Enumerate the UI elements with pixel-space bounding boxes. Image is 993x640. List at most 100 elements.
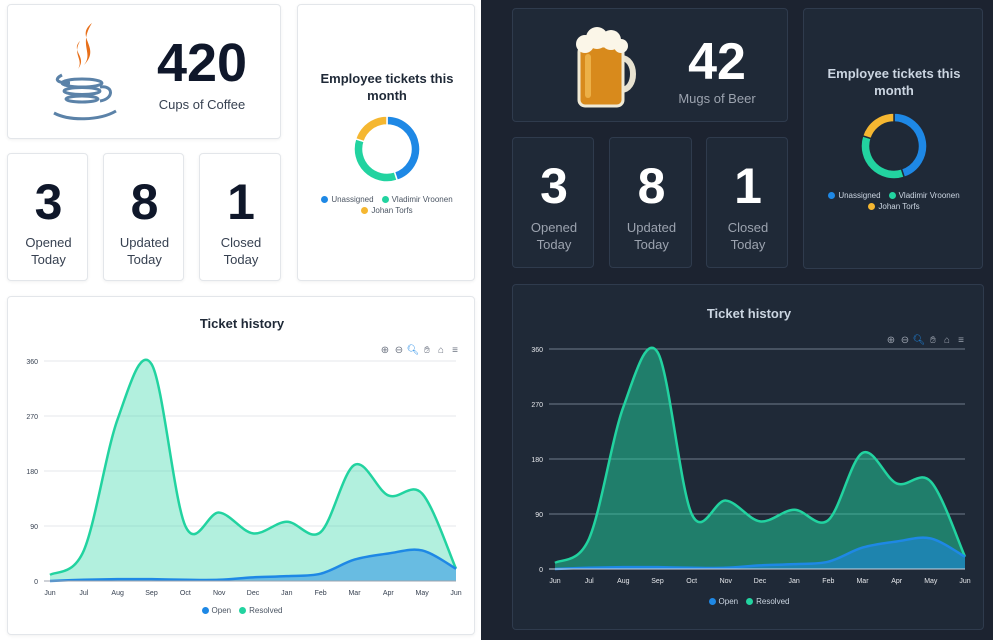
beer-stat-card: 42 Mugs of Beer bbox=[512, 8, 788, 122]
x-tick-label: Jan bbox=[789, 578, 800, 585]
x-tick-label: Sep bbox=[145, 590, 158, 597]
x-tick-label: Jul bbox=[585, 578, 594, 585]
x-tick-label: Aug bbox=[111, 590, 124, 597]
legend-marker bbox=[239, 607, 247, 614]
ticket-history-title: Ticket history bbox=[706, 306, 792, 321]
closed-label-line2: Today bbox=[730, 237, 766, 252]
donut-legend: Unassigned Vladimir Vroonen Johan Torfs bbox=[808, 191, 980, 211]
x-tick-label: Mar bbox=[348, 590, 361, 597]
y-tick-label: 0 bbox=[539, 567, 543, 574]
x-tick-label: Feb bbox=[822, 578, 834, 585]
x-tick-label: Nov bbox=[213, 590, 226, 597]
donut-slice-johan-torfs[interactable] bbox=[861, 112, 895, 140]
opened-count: 3 bbox=[540, 158, 568, 214]
legend-label: Vladimir Vroonen bbox=[391, 195, 453, 204]
x-tick-label: Oct bbox=[180, 590, 191, 597]
donut-slice-unassigned[interactable] bbox=[893, 112, 928, 179]
closed-count: 1 bbox=[734, 158, 762, 214]
y-tick-label: 270 bbox=[26, 414, 38, 421]
x-tick-label: Jun bbox=[959, 578, 970, 585]
closed-label-line1: Closed bbox=[727, 220, 769, 235]
x-tick-label: Nov bbox=[720, 578, 733, 585]
history-legend: Open Resolved bbox=[513, 597, 985, 606]
legend-marker bbox=[868, 203, 876, 210]
area-fill-resolved bbox=[50, 359, 456, 581]
legend-johan[interactable]: Johan Torfs bbox=[868, 202, 920, 211]
legend-marker bbox=[201, 607, 209, 614]
beer-label: Mugs of Beer bbox=[678, 91, 756, 106]
x-tick-label: Dec bbox=[247, 590, 260, 597]
updated-today-card: 8 Updated Today bbox=[609, 137, 692, 268]
x-tick-label: Apr bbox=[891, 578, 903, 585]
legend-unassigned[interactable]: Unassigned bbox=[321, 195, 374, 204]
x-tick-label: Dec bbox=[754, 578, 767, 585]
donut-slice-vladimir-vroonen[interactable] bbox=[353, 137, 399, 183]
ticket-history-chart: 0 90 180 270 360 Jun Jul Aug Sep Oct Nov Dec Jan Feb M… bbox=[26, 358, 462, 597]
opened-label-line1: Opened bbox=[530, 220, 578, 235]
legend-label: Open bbox=[718, 597, 739, 606]
opened-count: 3 bbox=[34, 174, 63, 230]
employee-tickets-donut[interactable] bbox=[859, 111, 929, 181]
legend-open[interactable]: Open bbox=[201, 606, 232, 615]
legend-resolved[interactable]: Resolved bbox=[239, 606, 282, 615]
donut-title-line1: Employee tickets this bbox=[827, 66, 961, 81]
y-tick-label: 90 bbox=[535, 512, 543, 519]
donut-slice-unassigned[interactable] bbox=[386, 115, 421, 182]
closed-label-line1: Closed bbox=[220, 235, 262, 250]
history-legend: Open Resolved bbox=[8, 606, 476, 615]
x-tick-label: Oct bbox=[686, 578, 697, 585]
ticket-history-chart: 0 90 180 270 360 Jun Jul Aug Sep Oct Nov Dec Jan Feb M… bbox=[531, 346, 971, 585]
ticket-history-title: Ticket history bbox=[199, 316, 285, 331]
opened-label-line1: Opened bbox=[25, 235, 72, 250]
legend-vladimir[interactable]: Vladimir Vroonen bbox=[888, 191, 960, 200]
closed-label-line2: Today bbox=[223, 252, 259, 267]
opened-label-line2: Today bbox=[31, 252, 66, 267]
y-tick-label: 90 bbox=[30, 524, 38, 531]
x-tick-label: Feb bbox=[315, 590, 327, 597]
x-tick-label: Jun bbox=[549, 578, 560, 585]
updated-label-line2: Today bbox=[127, 252, 162, 267]
closed-count: 1 bbox=[227, 174, 255, 230]
y-tick-label: 0 bbox=[34, 579, 38, 586]
donut-slice-vladimir-vroonen[interactable] bbox=[860, 134, 906, 180]
donut-title-line1: Employee tickets this bbox=[320, 71, 454, 86]
legend-marker bbox=[828, 192, 836, 199]
legend-unassigned[interactable]: Unassigned bbox=[828, 191, 881, 200]
updated-label-line1: Updated bbox=[626, 220, 677, 235]
y-tick-label: 180 bbox=[531, 457, 543, 464]
legend-label: Unassigned bbox=[838, 191, 881, 200]
legend-open[interactable]: Open bbox=[708, 597, 739, 606]
legend-marker bbox=[321, 196, 329, 203]
y-tick-label: 360 bbox=[26, 359, 38, 366]
donut-title-line2: month bbox=[874, 83, 914, 98]
y-tick-label: 270 bbox=[531, 402, 543, 409]
x-tick-label: Mar bbox=[856, 578, 869, 585]
legend-label: Vladimir Vroonen bbox=[898, 191, 960, 200]
opened-label-line2: Today bbox=[536, 237, 572, 252]
closed-today-card: 1 Closed Today bbox=[199, 153, 281, 281]
legend-marker bbox=[361, 207, 369, 214]
beer-count: 42 bbox=[688, 33, 746, 91]
donut-legend: Unassigned Vladimir Vroonen Johan Torfs bbox=[302, 195, 472, 215]
legend-label: Open bbox=[211, 606, 232, 615]
opened-today-card: 3 Opened Today bbox=[512, 137, 594, 268]
legend-marker bbox=[888, 192, 896, 199]
employee-tickets-card: Employee tickets this month Unassigned V… bbox=[803, 8, 983, 269]
legend-resolved[interactable]: Resolved bbox=[746, 597, 789, 606]
x-tick-label: Apr bbox=[383, 590, 395, 597]
donut-slice-johan-torfs[interactable] bbox=[354, 115, 388, 143]
legend-label: Resolved bbox=[756, 597, 790, 606]
legend-johan[interactable]: Johan Torfs bbox=[361, 206, 413, 215]
coffee-cup-icon bbox=[53, 23, 117, 121]
updated-label-line1: Updated bbox=[119, 235, 170, 250]
ticket-history-card: Ticket history ⊕ ⊖ 🔍︎ ✋︎ ⌂ ≡ 0 90 180 270 36… bbox=[512, 284, 984, 630]
x-tick-label: May bbox=[924, 578, 938, 585]
updated-count: 8 bbox=[130, 174, 159, 230]
legend-marker bbox=[381, 196, 389, 203]
dark-theme-dashboard: 42 Mugs of Beer 3 Opened Today 8 Updated… bbox=[481, 0, 993, 640]
legend-label: Resolved bbox=[249, 606, 283, 615]
legend-vladimir[interactable]: Vladimir Vroonen bbox=[381, 195, 453, 204]
employee-tickets-donut[interactable] bbox=[352, 114, 422, 184]
legend-marker bbox=[746, 598, 754, 605]
x-tick-label: Jul bbox=[79, 590, 88, 597]
